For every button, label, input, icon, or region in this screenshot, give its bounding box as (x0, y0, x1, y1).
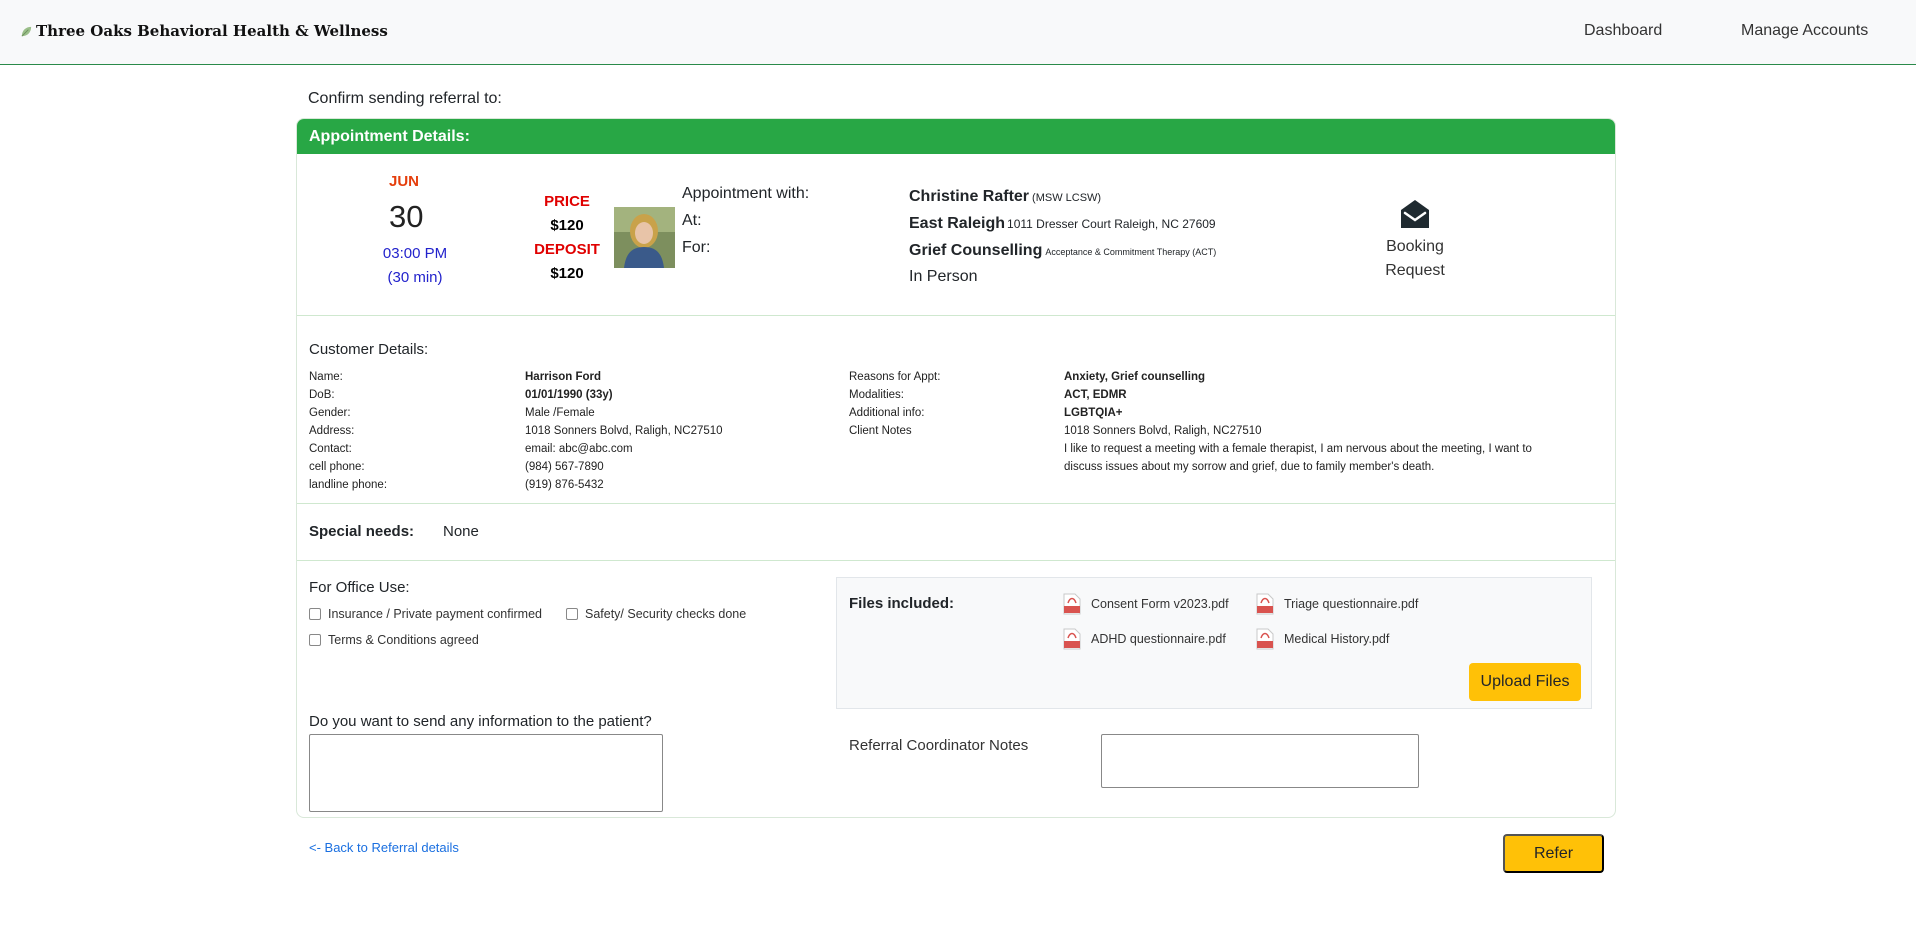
label-contact: Contact: (309, 443, 352, 455)
customer-cell-phone: (984) 567-7890 (525, 461, 604, 473)
upload-files-button[interactable]: Upload Files (1469, 663, 1581, 701)
customer-landline-phone: (919) 876-5432 (525, 479, 604, 491)
customer-right-values: Anxiety, Grief counselling ACT, EDMR LGB… (1064, 368, 1532, 476)
label-client-notes: Client Notes (849, 425, 912, 437)
checkbox-box[interactable] (309, 608, 321, 620)
label-gender: Gender: (309, 407, 351, 419)
file-name: ADHD questionnaire.pdf (1091, 632, 1226, 646)
service-info: Grief Counselling Acceptance & Commitment… (909, 242, 1216, 260)
customer-right-labels: Reasons for Appt: Modalities: Additional… (849, 368, 940, 440)
deposit-value: $120 (550, 265, 584, 282)
files-included-title: Files included: (849, 595, 955, 612)
top-navbar: Three Oaks Behavioral Health & Wellness … (0, 0, 1916, 65)
customer-gender: Male /Female (525, 407, 595, 419)
pdf-icon (1256, 593, 1274, 615)
label-dob: DoB: (309, 389, 335, 401)
divider (297, 315, 1615, 316)
deposit-label: DEPOSIT (534, 241, 600, 258)
appointment-mode: In Person (909, 268, 978, 285)
additional-info-value: LGBTQIA+ (1064, 407, 1123, 419)
provider-credentials: (MSW LCSW) (1032, 192, 1102, 204)
safety-checks-checkbox[interactable]: Safety/ Security checks done (566, 607, 746, 621)
insurance-confirmed-checkbox[interactable]: Insurance / Private payment confirmed (309, 607, 542, 621)
brand-logo[interactable]: Three Oaks Behavioral Health & Wellness (20, 22, 388, 40)
leaf-icon (21, 26, 32, 36)
special-needs-value: None (443, 523, 479, 540)
client-note-line2: discuss issues about my sorrow and grief… (1064, 461, 1435, 473)
pdf-icon (1063, 628, 1081, 650)
customer-address: 1018 Sonners Bolvd, Raligh, NC27510 (525, 425, 723, 437)
checkbox-box[interactable] (309, 634, 321, 646)
provider-avatar (614, 207, 675, 268)
coordinator-notes-textarea[interactable] (1101, 734, 1419, 788)
file-item[interactable]: Medical History.pdf (1256, 628, 1389, 650)
file-item[interactable]: Consent Form v2023.pdf (1063, 593, 1229, 615)
label-name: Name: (309, 371, 343, 383)
patient-message-textarea[interactable] (309, 734, 663, 812)
label-landline-phone: landline phone: (309, 479, 388, 491)
checkbox-box[interactable] (566, 608, 578, 620)
patient-info-question: Do you want to send any information to t… (309, 713, 652, 730)
customer-left-labels: Name: DoB: Gender: Address: Contact: cel… (309, 368, 387, 494)
appointment-time: 03:00 PM (382, 245, 448, 262)
pdf-icon (1256, 628, 1274, 650)
modalities-value: ACT, EDMR (1064, 389, 1127, 401)
coordinator-notes-label: Referral Coordinator Notes (849, 737, 1029, 754)
customer-left-values: Harrison Ford 01/01/1990 (33y) Male /Fem… (525, 368, 723, 494)
divider (297, 560, 1615, 561)
reasons-value: Anxiety, Grief counselling (1064, 371, 1206, 383)
nav-manage-accounts-link[interactable]: Manage Accounts (1741, 22, 1868, 40)
nav-dashboard-link[interactable]: Dashboard (1584, 22, 1662, 40)
terms-agreed-checkbox[interactable]: Terms & Conditions agreed (309, 633, 479, 647)
label-additional-info: Additional info: (849, 407, 925, 419)
location-name: East Raleigh (909, 215, 1006, 232)
page-title: Confirm sending referral to: (308, 90, 502, 107)
customer-email: email: abc@abc.com (525, 443, 633, 455)
provider-name: Christine Rafter (909, 188, 1030, 205)
label-address: Address: (309, 425, 355, 437)
appointment-at-label: At: (682, 212, 702, 229)
customer-dob: 01/01/1990 (33y) (525, 389, 613, 401)
client-notes-address: 1018 Sonners Bolvd, Raligh, NC27510 (1064, 425, 1262, 437)
price-label: PRICE (544, 193, 590, 210)
file-item[interactable]: ADHD questionnaire.pdf (1063, 628, 1226, 650)
appointment-month: JUN (389, 173, 420, 190)
file-name: Medical History.pdf (1284, 632, 1390, 646)
pdf-icon (1063, 593, 1081, 615)
service-name: Grief Counselling (909, 242, 1043, 259)
card-header: Appointment Details: (297, 119, 1615, 154)
provider-info: Christine Rafter (MSW LCSW) (909, 188, 1101, 206)
file-name: Triage questionnaire.pdf (1284, 597, 1419, 611)
booking-request-label: Booking Request (1385, 238, 1445, 279)
price-value: $120 (550, 217, 584, 234)
referral-card: Appointment Details: JUN 30 03:00 PM (30… (296, 118, 1616, 818)
file-item[interactable]: Triage questionnaire.pdf (1256, 593, 1418, 615)
divider (297, 503, 1615, 504)
location-address: 1011 Dresser Court Raleigh, NC 27609 (1007, 217, 1216, 231)
label-reasons: Reasons for Appt: (849, 371, 941, 383)
office-use-title: For Office Use: (309, 579, 410, 596)
envelope-open-icon (1401, 200, 1429, 228)
customer-details-title: Customer Details: (309, 341, 429, 358)
special-needs-label: Special needs: (309, 523, 415, 540)
files-panel: Files included: Consent Form v2023.pdf T… (836, 577, 1592, 709)
refer-button[interactable]: Refer (1503, 834, 1604, 873)
appointment-day: 30 (389, 199, 424, 234)
label-modalities: Modalities: (849, 389, 904, 401)
service-detail: Acceptance & Commitment Therapy (ACT) (1045, 247, 1217, 257)
file-name: Consent Form v2023.pdf (1091, 597, 1229, 611)
brand-name: Three Oaks Behavioral Health & Wellness (36, 22, 388, 40)
appointment-with-label: Appointment with: (682, 185, 810, 202)
label-cell-phone: cell phone: (309, 461, 365, 473)
back-to-referral-link[interactable]: <- Back to Referral details (309, 840, 459, 855)
customer-name: Harrison Ford (525, 371, 602, 383)
client-note-line1: I like to request a meeting with a femal… (1064, 443, 1532, 455)
appointment-for-label: For: (682, 239, 711, 256)
appointment-duration: (30 min) (387, 269, 443, 286)
location-info: East Raleigh 1011 Dresser Court Raleigh, … (909, 215, 1216, 233)
